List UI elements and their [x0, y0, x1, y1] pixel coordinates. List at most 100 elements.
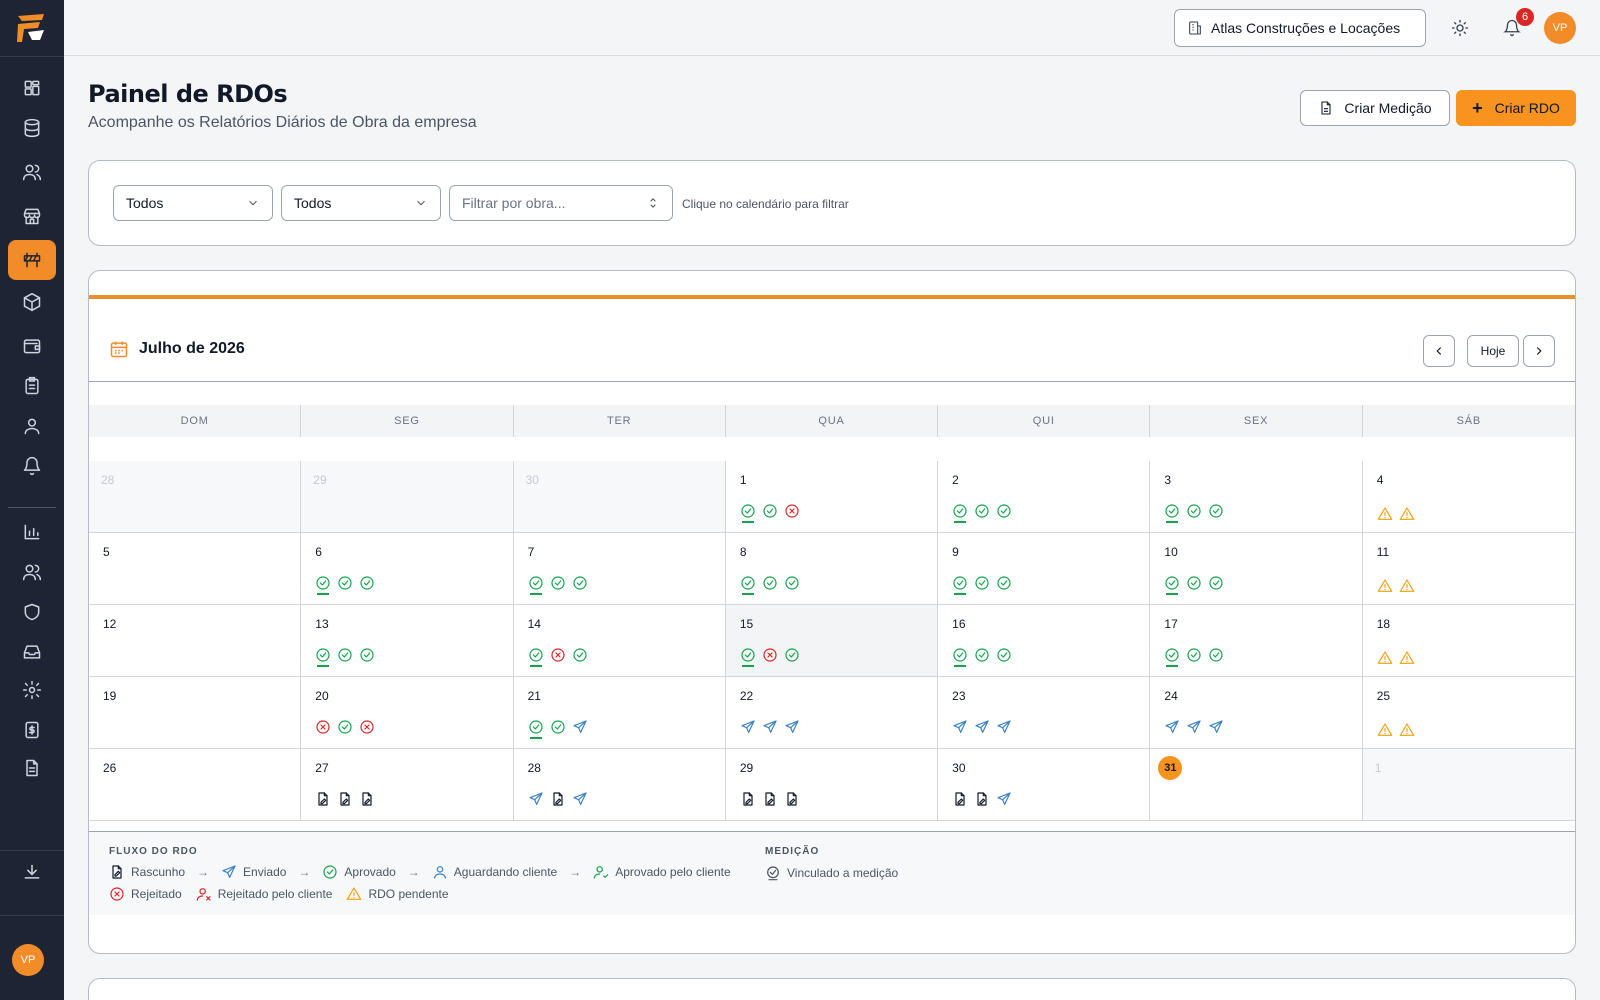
- calendar-day-cell[interactable]: 14: [513, 605, 726, 677]
- warning-icon[interactable]: [1399, 650, 1415, 668]
- check-circle-icon[interactable]: [1164, 647, 1180, 667]
- draft-icon[interactable]: [740, 791, 756, 809]
- x-circle-icon[interactable]: [784, 503, 800, 521]
- calendar-day-cell[interactable]: 22: [725, 677, 939, 749]
- prev-month-button[interactable]: [1423, 335, 1455, 367]
- calendar-day-cell[interactable]: 10: [1150, 533, 1363, 605]
- calendar-day-cell[interactable]: 11: [1362, 533, 1575, 605]
- check-circle-icon[interactable]: [337, 719, 353, 737]
- sidebar-item-dashboard[interactable]: [8, 68, 56, 108]
- logo-icon[interactable]: [14, 10, 50, 46]
- sidebar-item-chart[interactable]: [8, 512, 56, 552]
- send-icon[interactable]: [1186, 719, 1202, 737]
- check-circle-icon[interactable]: [996, 575, 1012, 593]
- check-circle-icon[interactable]: [1164, 503, 1180, 523]
- check-circle-icon[interactable]: [1164, 575, 1180, 595]
- sidebar-item-database[interactable]: [8, 108, 56, 148]
- draft-icon[interactable]: [762, 791, 778, 809]
- sidebar-item-users[interactable]: [8, 152, 56, 192]
- calendar-day-cell[interactable]: 29: [301, 461, 514, 533]
- warning-icon[interactable]: [1377, 650, 1393, 668]
- send-icon[interactable]: [740, 719, 756, 737]
- calendar-day-cell[interactable]: 30: [513, 461, 726, 533]
- check-circle-icon[interactable]: [550, 719, 566, 737]
- calendar-day-cell[interactable]: 30: [938, 749, 1151, 821]
- user-avatar[interactable]: VP: [1544, 12, 1576, 44]
- calendar-day-cell[interactable]: 4: [1362, 461, 1575, 533]
- draft-icon[interactable]: [337, 791, 353, 809]
- sidebar-item-construction[interactable]: [8, 240, 56, 280]
- send-icon[interactable]: [784, 719, 800, 737]
- check-circle-icon[interactable]: [996, 647, 1012, 665]
- draft-icon[interactable]: [550, 791, 566, 809]
- calendar-day-cell[interactable]: 24: [1150, 677, 1363, 749]
- x-circle-icon[interactable]: [359, 719, 375, 737]
- x-circle-icon[interactable]: [550, 647, 566, 665]
- sidebar-item-receipt[interactable]: [8, 710, 56, 750]
- create-rdo-button[interactable]: + Criar RDO: [1456, 90, 1576, 126]
- sidebar-item-shield[interactable]: [8, 592, 56, 632]
- calendar-day-cell[interactable]: 27: [301, 749, 514, 821]
- check-circle-icon[interactable]: [996, 503, 1012, 521]
- draft-icon[interactable]: [784, 791, 800, 809]
- sidebar-item-bell[interactable]: [8, 446, 56, 486]
- calendar-day-cell[interactable]: 13: [301, 605, 514, 677]
- send-icon[interactable]: [1164, 719, 1180, 737]
- send-icon[interactable]: [952, 719, 968, 737]
- check-circle-icon[interactable]: [740, 647, 756, 667]
- calendar-day-cell[interactable]: 29: [725, 749, 939, 821]
- sidebar-item-wallet[interactable]: [8, 326, 56, 366]
- warning-icon[interactable]: [1377, 578, 1393, 596]
- calendar-day-cell[interactable]: 12: [89, 605, 302, 677]
- send-icon[interactable]: [528, 791, 544, 809]
- calendar-day-cell[interactable]: 1: [1362, 749, 1575, 821]
- check-circle-icon[interactable]: [337, 575, 353, 593]
- check-circle-icon[interactable]: [784, 647, 800, 665]
- sidebar-item-team[interactable]: [8, 552, 56, 592]
- sidebar-item-inbox[interactable]: [8, 632, 56, 672]
- send-icon[interactable]: [572, 791, 588, 809]
- check-circle-icon[interactable]: [359, 575, 375, 593]
- check-circle-icon[interactable]: [1186, 575, 1202, 593]
- type-select[interactable]: Todos: [281, 185, 441, 221]
- send-icon[interactable]: [762, 719, 778, 737]
- warning-icon[interactable]: [1399, 506, 1415, 524]
- next-month-button[interactable]: [1523, 335, 1555, 367]
- calendar-day-cell[interactable]: 15: [725, 605, 939, 677]
- check-circle-icon[interactable]: [572, 575, 588, 593]
- calendar-day-cell[interactable]: 21: [513, 677, 726, 749]
- check-circle-icon[interactable]: [1186, 647, 1202, 665]
- warning-icon[interactable]: [1399, 578, 1415, 596]
- send-icon[interactable]: [974, 719, 990, 737]
- sidebar-item-box[interactable]: [8, 282, 56, 322]
- calendar-day-cell[interactable]: 26: [89, 749, 302, 821]
- calendar-day-cell[interactable]: 7: [513, 533, 726, 605]
- check-circle-icon[interactable]: [1208, 575, 1224, 593]
- sidebar-avatar[interactable]: VP: [12, 944, 44, 976]
- calendar-day-cell[interactable]: 2: [938, 461, 1151, 533]
- sidebar-item-clipboard[interactable]: [8, 366, 56, 406]
- draft-icon[interactable]: [359, 791, 375, 809]
- calendar-day-cell[interactable]: 6: [301, 533, 514, 605]
- warning-icon[interactable]: [1377, 722, 1393, 740]
- sidebar-item-download[interactable]: [8, 852, 56, 892]
- check-circle-icon[interactable]: [784, 575, 800, 593]
- calendar-day-cell[interactable]: 17: [1150, 605, 1363, 677]
- check-circle-icon[interactable]: [315, 647, 331, 667]
- calendar-day-cell[interactable]: 18: [1362, 605, 1575, 677]
- calendar-day-cell[interactable]: 5: [89, 533, 302, 605]
- send-icon[interactable]: [996, 791, 1012, 809]
- check-circle-icon[interactable]: [952, 575, 968, 595]
- check-circle-icon[interactable]: [952, 503, 968, 523]
- check-circle-icon[interactable]: [1186, 503, 1202, 521]
- sidebar-item-user[interactable]: [8, 406, 56, 446]
- x-circle-icon[interactable]: [762, 647, 778, 665]
- today-button[interactable]: Hoje: [1467, 335, 1519, 367]
- check-circle-icon[interactable]: [740, 575, 756, 595]
- warning-icon[interactable]: [1399, 722, 1415, 740]
- check-circle-icon[interactable]: [762, 503, 778, 521]
- calendar-day-cell[interactable]: 20: [301, 677, 514, 749]
- theme-toggle-button[interactable]: [1448, 16, 1472, 40]
- calendar-day-cell[interactable]: 31: [1150, 749, 1363, 821]
- sidebar-item-gear[interactable]: [8, 670, 56, 710]
